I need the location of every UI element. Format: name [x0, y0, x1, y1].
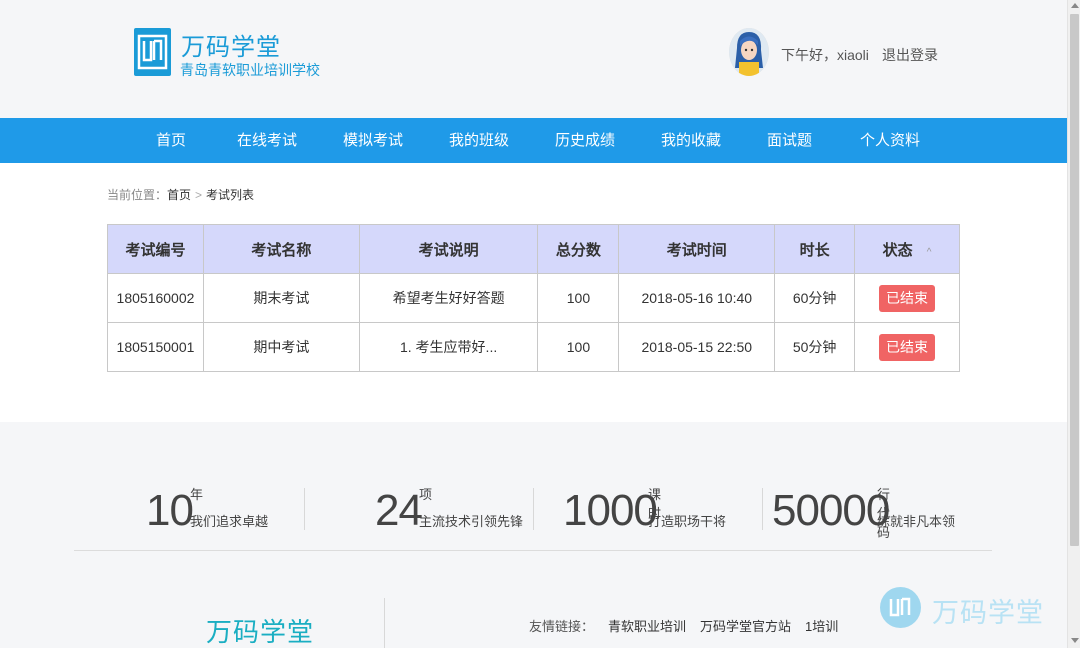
stat-number: 24: [375, 486, 423, 535]
status-badge[interactable]: 已结束: [879, 333, 936, 361]
nav-item-mock-exam[interactable]: 模拟考试: [343, 118, 403, 163]
site-header: 万码学堂 青岛青软职业培训学校 下午好，xiaoli 退出登录: [0, 0, 1067, 118]
col-status[interactable]: 状态 ^: [854, 224, 960, 274]
nav-item-my-class[interactable]: 我的班级: [449, 118, 509, 163]
scroll-thumb[interactable]: [1070, 14, 1079, 546]
nav-item-home[interactable]: 首页: [156, 118, 186, 163]
page-scrollbar[interactable]: [1067, 0, 1080, 648]
stat-desc: 主流技术引领先锋: [419, 514, 524, 529]
col-exam-desc: 考试说明: [358, 224, 539, 274]
col-exam-time: 考试时间: [618, 224, 776, 274]
breadcrumb-separator-icon: >: [195, 188, 203, 202]
cell-exam-name: 期中考试: [202, 322, 360, 372]
nav-item-history-scores[interactable]: 历史成绩: [555, 118, 615, 163]
col-exam-name: 考试名称: [202, 224, 360, 274]
stat-number: 10: [146, 486, 194, 535]
friend-links-label: 友情链接：: [529, 619, 595, 634]
col-exam-id: 考试编号: [107, 224, 204, 274]
cell-exam-desc: 希望考生好好答题: [358, 273, 539, 323]
friend-link[interactable]: 万码学堂官方站: [700, 619, 791, 634]
breadcrumb: 当前位置：首页 > 考试列表: [107, 186, 254, 203]
nav-item-favorites[interactable]: 我的收藏: [661, 118, 721, 163]
stat-desc: 练就非凡本领: [877, 514, 956, 529]
main-nav: 首页 在线考试 模拟考试 我的班级 历史成绩 我的收藏 面试题 个人资料: [0, 118, 1067, 163]
stat-number: 50000: [772, 486, 890, 535]
footer-vertical-divider: [384, 598, 385, 648]
watermark-text: 万码学堂: [932, 598, 1044, 628]
friend-links: 友情链接： 青软职业培训 万码学堂官方站 1培训: [529, 616, 838, 635]
stat-unit: 年: [190, 487, 204, 502]
cell-exam-desc: 1. 考生应带好...: [358, 322, 539, 372]
friend-link[interactable]: 青软职业培训: [608, 619, 686, 634]
user-avatar[interactable]: [729, 28, 769, 76]
cell-duration: 50分钟: [774, 322, 856, 372]
cell-status: 已结束: [854, 273, 960, 323]
stat-divider: [304, 488, 305, 530]
col-total-score: 总分数: [537, 224, 620, 274]
stat-desc: 打造职场干将: [648, 514, 727, 529]
exam-table: 考试编号 考试名称 考试说明 总分数 考试时间 时长 状态 ^ 180516000…: [107, 224, 960, 372]
status-badge[interactable]: 已结束: [879, 284, 936, 312]
table-row[interactable]: 1805150001 期中考试 1. 考生应带好... 100 2018-05-…: [107, 322, 960, 372]
footer-brand: 万码学堂: [206, 617, 315, 647]
cell-exam-time: 2018-05-15 22:50: [618, 322, 776, 372]
stat-divider: [762, 488, 763, 530]
stat-desc: 我们追求卓越: [190, 514, 269, 529]
col-status-label: 状态: [882, 241, 913, 259]
watermark-logo-icon: [880, 587, 921, 628]
logout-link[interactable]: 退出登录: [882, 45, 938, 65]
breadcrumb-current: 考试列表: [206, 188, 255, 202]
scroll-up-icon[interactable]: [1071, 3, 1079, 8]
stat-divider: [533, 488, 534, 530]
cell-total-score: 100: [537, 322, 620, 372]
nav-item-online-exam[interactable]: 在线考试: [237, 118, 297, 163]
breadcrumb-home-link[interactable]: 首页: [167, 188, 191, 202]
footer-divider: [74, 550, 992, 551]
stat-number: 1000: [563, 486, 658, 535]
logo-subtitle: 青岛青软职业培训学校: [180, 62, 320, 78]
scroll-down-icon[interactable]: [1071, 638, 1079, 643]
table-row[interactable]: 1805160002 期末考试 希望考生好好答题 100 2018-05-16 …: [107, 273, 960, 323]
nav-item-profile[interactable]: 个人资料: [860, 118, 920, 163]
col-duration: 时长: [774, 224, 856, 274]
friend-link[interactable]: 1培训: [805, 619, 838, 634]
stat-unit: 项: [419, 487, 433, 502]
cell-exam-name: 期末考试: [202, 273, 360, 323]
user-greeting: 下午好，xiaoli: [781, 47, 869, 63]
nav-item-interview[interactable]: 面试题: [767, 118, 812, 163]
logo-title[interactable]: 万码学堂: [181, 27, 281, 62]
cell-exam-id: 1805160002: [107, 273, 204, 323]
cell-total-score: 100: [537, 273, 620, 323]
breadcrumb-prefix: 当前位置：: [107, 188, 168, 202]
table-header-row: 考试编号 考试名称 考试说明 总分数 考试时间 时长 状态 ^: [107, 224, 960, 274]
sort-caret-icon[interactable]: ^: [927, 247, 932, 258]
main-content: 当前位置：首页 > 考试列表 考试编号 考试名称 考试说明 总分数 考试时间 时长 …: [0, 163, 1067, 422]
cell-status: 已结束: [854, 322, 960, 372]
logo-icon[interactable]: [134, 28, 171, 76]
cell-exam-time: 2018-05-16 10:40: [618, 273, 776, 323]
cell-duration: 60分钟: [774, 273, 856, 323]
cell-exam-id: 1805150001: [107, 322, 204, 372]
